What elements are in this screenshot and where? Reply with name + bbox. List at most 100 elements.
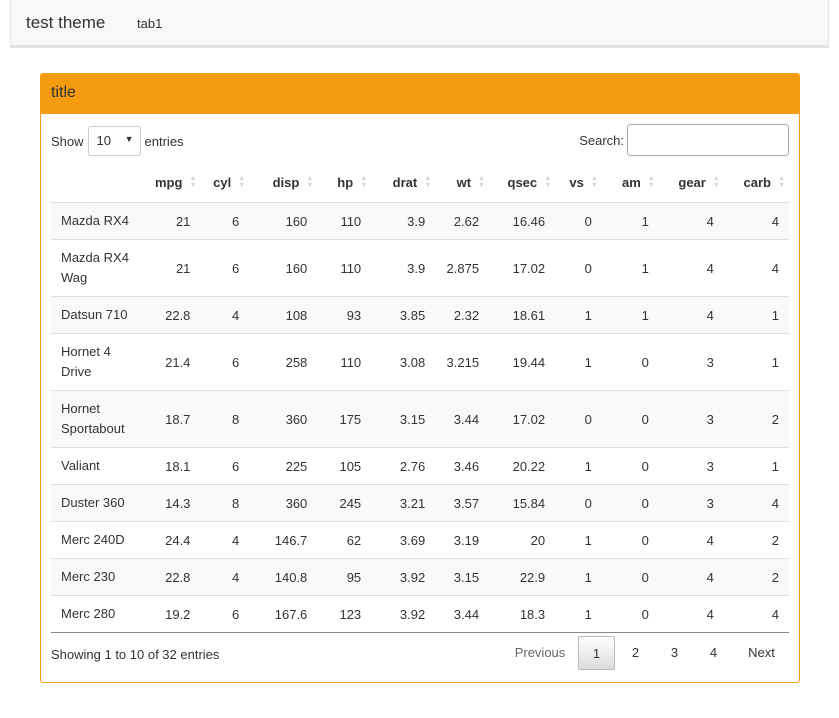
cell-wt: 3.57 bbox=[435, 484, 490, 522]
data-table: mpg ▲ ▼ cyl ▲ ▼ disp ▲ ▼ hp ▲ ▼ drat ▲ ▼ wt ▲ ▼ qsec… bbox=[51, 162, 789, 633]
cell-disp: 160 bbox=[249, 202, 318, 240]
cell-vs: 1 bbox=[555, 595, 602, 633]
cell-vs: 0 bbox=[555, 484, 602, 522]
cell-wt: 3.215 bbox=[435, 333, 490, 391]
table-row: Mazda RX4 Wag 21 6 160 110 3.9 2.875 17.… bbox=[51, 239, 789, 297]
cell-cyl: 6 bbox=[200, 447, 250, 485]
page-length-select[interactable]: 10 ▼ bbox=[87, 126, 141, 156]
page-button-2[interactable]: 2 bbox=[617, 636, 654, 670]
cell-hp: 245 bbox=[317, 484, 372, 522]
cell-am: 0 bbox=[601, 595, 659, 633]
app-title[interactable]: test theme bbox=[26, 13, 105, 33]
cell-disp: 167.6 bbox=[249, 595, 318, 633]
column-header-rowname bbox=[51, 162, 142, 203]
column-header-mpg[interactable]: mpg ▲ ▼ bbox=[142, 162, 200, 203]
column-header-wt[interactable]: wt ▲ ▼ bbox=[435, 162, 489, 203]
cell-disp: 360 bbox=[249, 390, 318, 448]
column-header-qsec[interactable]: qsec ▲ ▼ bbox=[489, 162, 555, 203]
navbar: test theme tab1 bbox=[10, 0, 829, 48]
cell-carb: 4 bbox=[723, 484, 789, 522]
cell-gear: 4 bbox=[658, 202, 724, 240]
cell-cyl: 8 bbox=[200, 390, 250, 448]
table-row: Merc 280 19.2 6 167.6 123 3.92 3.44 18.3… bbox=[51, 595, 789, 633]
cell-am: 1 bbox=[601, 296, 659, 334]
column-header-disp[interactable]: disp ▲ ▼ bbox=[249, 162, 317, 203]
cell-am: 0 bbox=[601, 558, 659, 596]
cell-am: 1 bbox=[601, 239, 659, 297]
cell-cyl: 6 bbox=[200, 595, 250, 633]
cell-drat: 3.92 bbox=[371, 595, 436, 633]
sort-icon: ▲ ▼ bbox=[306, 175, 314, 189]
cell-qsec: 20 bbox=[489, 521, 556, 559]
cell-mpg: 21 bbox=[142, 239, 201, 297]
page-button-1[interactable]: 1 bbox=[578, 636, 615, 670]
cell-carb: 2 bbox=[723, 558, 789, 596]
cell-mpg: 21 bbox=[142, 202, 201, 240]
cell-gear: 3 bbox=[658, 390, 724, 448]
column-header-vs[interactable]: vs ▲ ▼ bbox=[555, 162, 602, 203]
sort-icon: ▲ ▼ bbox=[647, 175, 655, 189]
cell-drat: 3.85 bbox=[371, 296, 436, 334]
cell-qsec: 15.84 bbox=[489, 484, 556, 522]
cell-cyl: 4 bbox=[200, 558, 250, 596]
cell-wt: 2.62 bbox=[435, 202, 490, 240]
tab-tab1[interactable]: tab1 bbox=[137, 16, 162, 31]
cell-drat: 3.69 bbox=[371, 521, 436, 559]
row-name: Mazda RX4 bbox=[51, 202, 143, 240]
column-header-am[interactable]: am ▲ ▼ bbox=[602, 162, 659, 203]
cell-disp: 360 bbox=[249, 484, 318, 522]
page-button-4[interactable]: 4 bbox=[695, 636, 732, 670]
cell-carb: 2 bbox=[723, 521, 789, 559]
cell-carb: 1 bbox=[723, 447, 789, 485]
cell-disp: 160 bbox=[249, 239, 318, 297]
table-row: Merc 240D 24.4 4 146.7 62 3.69 3.19 20 1… bbox=[51, 521, 789, 559]
cell-cyl: 6 bbox=[200, 239, 250, 297]
cell-am: 0 bbox=[601, 484, 659, 522]
cell-gear: 4 bbox=[658, 521, 724, 559]
cell-vs: 1 bbox=[555, 333, 602, 391]
cell-carb: 4 bbox=[723, 239, 789, 297]
cell-drat: 3.15 bbox=[371, 390, 436, 448]
cell-gear: 4 bbox=[658, 595, 724, 633]
previous-button[interactable]: Previous bbox=[504, 636, 576, 670]
sort-icon: ▲ ▼ bbox=[712, 175, 720, 189]
cell-gear: 4 bbox=[658, 558, 724, 596]
table-row: Valiant 18.1 6 225 105 2.76 3.46 20.22 1… bbox=[51, 447, 789, 485]
column-header-gear[interactable]: gear ▲ ▼ bbox=[659, 162, 724, 203]
cell-drat: 3.92 bbox=[371, 558, 436, 596]
column-header-hp[interactable]: hp ▲ ▼ bbox=[317, 162, 371, 203]
cell-hp: 93 bbox=[317, 296, 372, 334]
cell-vs: 1 bbox=[555, 558, 602, 596]
cell-cyl: 6 bbox=[200, 202, 250, 240]
cell-wt: 3.19 bbox=[435, 521, 490, 559]
cell-wt: 2.875 bbox=[435, 239, 490, 297]
search-input[interactable] bbox=[627, 124, 789, 156]
cell-mpg: 22.8 bbox=[142, 558, 201, 596]
next-button[interactable]: Next bbox=[734, 636, 789, 670]
column-header-carb[interactable]: carb ▲ ▼ bbox=[724, 162, 789, 203]
table-info: Showing 1 to 10 of 32 entries bbox=[51, 647, 220, 662]
cell-qsec: 19.44 bbox=[489, 333, 556, 391]
column-header-cyl[interactable]: cyl ▲ ▼ bbox=[200, 162, 249, 203]
cell-drat: 3.08 bbox=[371, 333, 436, 391]
cell-mpg: 14.3 bbox=[142, 484, 201, 522]
cell-qsec: 17.02 bbox=[489, 239, 556, 297]
panel-title: title bbox=[41, 74, 799, 114]
sort-icon: ▲ ▼ bbox=[544, 175, 552, 189]
cell-qsec: 18.3 bbox=[489, 595, 556, 633]
cell-vs: 1 bbox=[555, 447, 602, 485]
page-length-control: Show 10 ▼ entries bbox=[51, 126, 184, 156]
column-header-drat[interactable]: drat ▲ ▼ bbox=[371, 162, 435, 203]
cell-qsec: 18.61 bbox=[489, 296, 556, 334]
cell-carb: 2 bbox=[723, 390, 789, 448]
cell-wt: 3.15 bbox=[435, 558, 490, 596]
table-row: Hornet Sportabout 18.7 8 360 175 3.15 3.… bbox=[51, 390, 789, 448]
cell-vs: 0 bbox=[555, 239, 602, 297]
cell-mpg: 24.4 bbox=[142, 521, 201, 559]
page-button-3[interactable]: 3 bbox=[656, 636, 693, 670]
cell-qsec: 16.46 bbox=[489, 202, 556, 240]
cell-cyl: 6 bbox=[200, 333, 250, 391]
cell-disp: 108 bbox=[249, 296, 318, 334]
sort-icon: ▲ ▼ bbox=[238, 175, 246, 189]
header-row: mpg ▲ ▼ cyl ▲ ▼ disp ▲ ▼ hp ▲ ▼ drat ▲ ▼ wt ▲ ▼ qsec… bbox=[51, 162, 789, 203]
